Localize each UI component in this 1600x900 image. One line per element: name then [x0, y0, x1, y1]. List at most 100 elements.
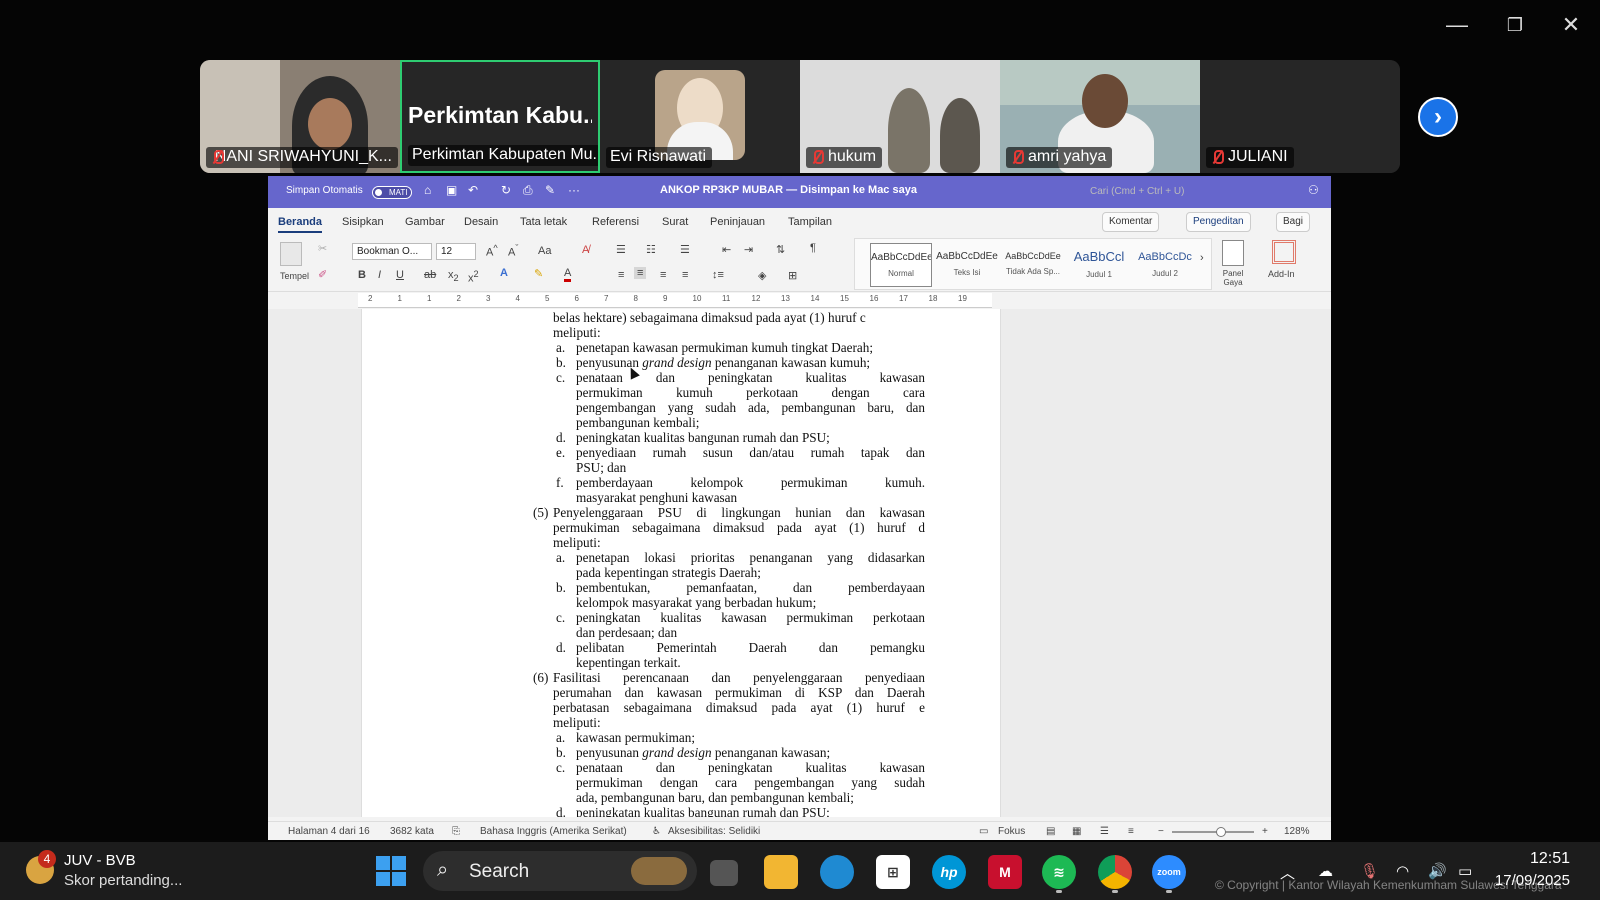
tab-sisipkan[interactable]: Sisipkan [342, 216, 384, 228]
redo-icon[interactable]: ↻ [501, 183, 511, 197]
document-line[interactable]: pada kepentingan strategis Daerah; [576, 565, 925, 580]
tab-referensi[interactable]: Referensi [592, 216, 639, 228]
strikethrough-button[interactable]: ab [424, 269, 436, 281]
tab-desain[interactable]: Desain [464, 216, 498, 228]
document-line[interactable]: pembentukan, pemanfaatan, dan pemberdaya… [576, 580, 925, 595]
paste-icon[interactable] [280, 242, 302, 266]
store-icon[interactable]: ⊞ [876, 855, 910, 889]
participant-tile[interactable]: NANI SRIWAHYUNI_K... [200, 60, 400, 173]
document-line[interactable]: peningkatan kualitas bangunan rumah dan … [576, 430, 925, 445]
document-line[interactable]: meliputi: [553, 325, 925, 340]
format-painter-icon[interactable]: ✐ [318, 268, 327, 281]
document-line[interactable]: peningkatan kualitas kawasan permukiman … [576, 610, 925, 625]
tab-surat[interactable]: Surat [662, 216, 688, 228]
comment-button[interactable]: Komentar [1102, 212, 1160, 232]
restore-button[interactable]: ❐ [1490, 8, 1540, 42]
style-normal[interactable]: AaBbCcDdEe Normal [870, 243, 932, 287]
highlight-icon[interactable]: ✎ [534, 267, 543, 280]
next-page-button[interactable]: › [1418, 97, 1458, 137]
style-tidak-ada-spasi[interactable]: AaBbCcDdEe Tidak Ada Sp... [1002, 243, 1064, 287]
autosave-toggle[interactable]: MATI [372, 186, 412, 199]
bullets-icon[interactable]: ☰ [616, 243, 626, 256]
proofing-icon[interactable]: ⎘ [452, 826, 460, 837]
participant-tile[interactable]: hukum [800, 60, 1000, 173]
tab-tampilan[interactable]: Tampilan [788, 216, 832, 228]
zoom-in-icon[interactable]: + [1262, 826, 1268, 837]
zoom-level[interactable]: 128% [1284, 826, 1310, 837]
document-line[interactable]: pelibatan Pemerintah Daerah dan pemangku [576, 640, 925, 655]
subscript-button[interactable]: x2 [448, 269, 459, 283]
document-line[interactable]: kawasan permukiman; [576, 730, 925, 745]
addin-icon[interactable] [1272, 240, 1296, 264]
document-line[interactable]: penyediaan rumah susun dan/atau rumah ta… [576, 445, 925, 460]
document-area[interactable]: belas hektare) sebagaimana dimaksud pada… [268, 309, 1331, 817]
justify-icon[interactable]: ≡ [682, 269, 688, 281]
hp-icon[interactable]: hp [932, 855, 966, 889]
document-line[interactable]: permukiman dengan cara pengembangan yang… [576, 775, 925, 790]
home-icon[interactable]: ⌂ [424, 183, 431, 197]
profile-icon[interactable]: ⚇ [1308, 183, 1319, 197]
document-line[interactable]: permukiman sebagaimana dimaksud pada aya… [553, 520, 925, 535]
accessibility-status[interactable]: Aksesibilitas: Selidiki [668, 826, 760, 837]
undo-icon[interactable]: ↶ [468, 183, 478, 197]
clear-format-icon[interactable]: A̸ [582, 244, 589, 256]
borders-icon[interactable]: ⊞ [788, 269, 797, 282]
shrink-font-icon[interactable]: Aˇ [508, 243, 518, 259]
document-line[interactable]: pengembangan yang sudah ada, pembangunan… [576, 400, 925, 415]
tab-gambar[interactable]: Gambar [405, 216, 445, 228]
document-line[interactable]: PSU; dan [576, 460, 925, 475]
language-status[interactable]: Bahasa Inggris (Amerika Serikat) [480, 826, 627, 837]
document-line[interactable]: dan perdesaan; dan [576, 625, 925, 640]
grow-font-icon[interactable]: A^ [486, 243, 498, 259]
draft-icon[interactable]: ≡ [1128, 826, 1134, 837]
document-line[interactable]: ada, pembangunan baru, dan pembangunan k… [576, 790, 925, 805]
tab-tata-letak[interactable]: Tata letak [520, 216, 567, 228]
tab-beranda[interactable]: Beranda [278, 216, 323, 233]
more-icon[interactable]: ··· [568, 183, 580, 197]
styles-more-icon[interactable]: › [1200, 252, 1204, 264]
edge-icon[interactable] [820, 855, 854, 889]
document-line[interactable]: perbatasan sebagaimana dimaksud pada aya… [553, 700, 925, 715]
zoom-out-icon[interactable]: − [1158, 826, 1164, 837]
print-icon[interactable]: ⎙ [523, 183, 533, 198]
document-line[interactable]: penetapan kawasan permukiman kumuh tingk… [576, 340, 925, 355]
share-button[interactable]: Bagi [1276, 212, 1311, 232]
document-line[interactable]: Fasilitasi perencanaan dan penyelenggara… [553, 670, 925, 685]
document-line[interactable]: perumahan dan kawasan permukiman di KSP … [553, 685, 925, 700]
zoom-slider[interactable] [1172, 827, 1254, 837]
clock-time[interactable]: 12:51 [1520, 850, 1570, 868]
font-name-select[interactable]: Bookman O... [352, 243, 432, 260]
document-line[interactable]: pemberdayaan kelompok permukiman kumuh. [576, 475, 925, 490]
zoom-icon[interactable]: zoom [1152, 855, 1186, 889]
chrome-icon[interactable] [1098, 855, 1132, 889]
file-explorer-icon[interactable] [764, 855, 798, 889]
save-icon[interactable]: ▣ [446, 183, 457, 197]
document-line[interactable]: belas hektare) sebagaimana dimaksud pada… [553, 310, 925, 325]
cut-icon[interactable]: ✂ [318, 242, 327, 255]
format-icon[interactable]: ✎ [545, 183, 555, 197]
superscript-button[interactable]: x2 [468, 269, 479, 285]
taskbar-search[interactable]: ⌕ Search [423, 851, 697, 891]
widget-title[interactable]: JUV - BVB [64, 852, 136, 869]
focus-button[interactable]: Fokus [998, 826, 1025, 837]
document-page[interactable]: belas hektare) sebagaimana dimaksud pada… [361, 309, 1001, 817]
outline-icon[interactable]: ☰ [1100, 826, 1109, 837]
document-line[interactable]: penetapan lokasi prioritas penanganan ya… [576, 550, 925, 565]
style-judul-1[interactable]: AaBbCcl Judul 1 [1068, 243, 1130, 287]
shading-icon[interactable]: ◈ [758, 269, 766, 282]
web-layout-icon[interactable]: ▦ [1072, 826, 1081, 837]
document-line[interactable]: meliputi: [553, 535, 925, 550]
numbering-icon[interactable]: ☷ [646, 243, 656, 256]
document-line[interactable]: meliputi: [553, 715, 925, 730]
font-size-select[interactable]: 12 [436, 243, 476, 260]
document-line[interactable]: pembangunan kembali; [576, 415, 925, 430]
pilcrow-icon[interactable]: ¶ [810, 242, 816, 254]
focus-icon[interactable]: ▭ [979, 826, 988, 837]
style-teks-isi[interactable]: AaBbCcDdEe Teks Isi [936, 243, 998, 287]
line-spacing-icon[interactable]: ↕≡ [712, 269, 724, 281]
align-right-icon[interactable]: ≡ [660, 269, 666, 281]
participant-tile[interactable]: amri yahya [1000, 60, 1200, 173]
style-judul-2[interactable]: AaBbCcDc Judul 2 [1134, 243, 1196, 287]
align-center-icon[interactable]: ≡ [634, 267, 647, 279]
print-layout-icon[interactable]: ▤ [1046, 826, 1055, 837]
